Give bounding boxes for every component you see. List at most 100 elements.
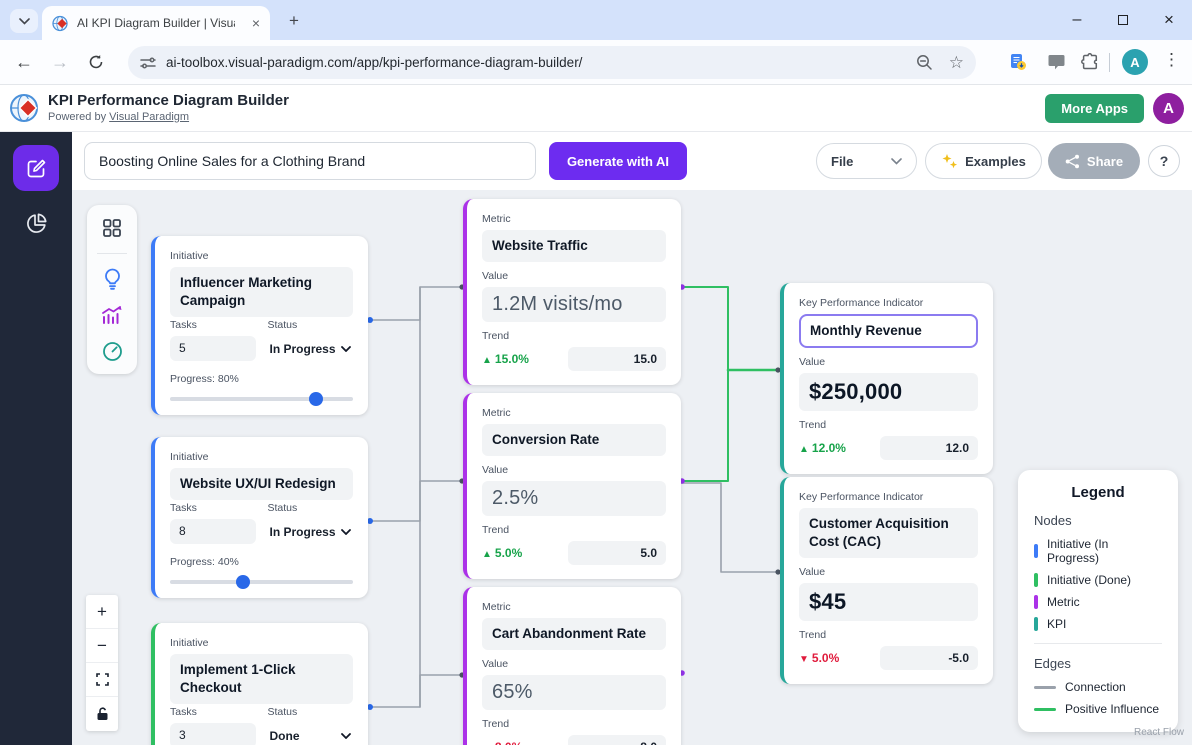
initiative-title[interactable]: Implement 1-Click Checkout [170,654,353,704]
trend-percent: ▼8.0% [482,740,522,745]
progress-label: Progress: 80% [170,373,353,385]
kpi-value[interactable]: $45 [799,583,978,621]
palette-grid-button[interactable] [101,217,123,239]
initiative-node[interactable]: Initiative Influencer Marketing Campaign… [151,236,368,415]
site-settings-icon[interactable] [140,56,156,70]
trend-value-input[interactable]: -8.0 [568,735,666,745]
unlock-icon [96,707,109,721]
tasks-input[interactable]: 5 [170,336,256,361]
file-menu-button[interactable]: File [816,143,917,179]
app-user-avatar[interactable]: A [1153,93,1184,124]
palette-kpi-button[interactable] [101,340,123,362]
fit-view-button[interactable] [86,663,118,697]
node-type-label: Key Performance Indicator [799,491,978,503]
palette-metric-button[interactable] [101,304,123,326]
browser-menu-button[interactable]: ⋮ [1163,50,1180,70]
window-maximize-button[interactable] [1100,0,1146,40]
reload-button[interactable] [82,48,110,76]
legend-swatch-connection [1034,686,1056,689]
node-type-label: Key Performance Indicator [799,297,978,309]
metric-node[interactable]: Metric Conversion Rate Value 2.5% Trend … [463,393,681,579]
node-type-label: Metric [482,601,666,613]
kpi-node[interactable]: Key Performance Indicator Monthly Revenu… [780,283,993,474]
metric-value[interactable]: 1.2M visits/mo [482,287,666,322]
back-button[interactable]: ← [10,48,38,76]
status-select[interactable]: Done [268,723,354,745]
zoom-in-button[interactable]: + [86,595,118,629]
initiative-title[interactable]: Influencer Marketing Campaign [170,267,353,317]
window-minimize-button[interactable]: – [1054,0,1100,40]
metric-title[interactable]: Conversion Rate [482,424,666,456]
lightbulb-icon [103,268,122,290]
tasks-label: Tasks [170,706,256,718]
initiative-node[interactable]: Initiative Website UX/UI Redesign Tasks … [151,437,368,598]
visual-paradigm-link[interactable]: Visual Paradigm [109,111,189,123]
node-type-label: Metric [482,213,666,225]
speech-bubble-icon [1048,54,1065,70]
metric-title[interactable]: Cart Abandonment Rate [482,618,666,650]
edge-connection [370,675,462,707]
kpi-title-focused[interactable]: Monthly Revenue [799,314,978,348]
window-close-button[interactable]: × [1146,0,1192,40]
metric-title[interactable]: Website Traffic [482,230,666,262]
bookmark-star-icon[interactable]: ☆ [949,53,964,73]
legend-divider [1034,643,1162,644]
reading-mode-icon[interactable] [1004,48,1032,76]
trend-value-input[interactable]: 12.0 [880,436,978,460]
zoom-page-icon[interactable] [916,54,933,71]
legend-item: KPI [1034,617,1162,631]
progress-slider[interactable] [170,397,353,401]
forward-button[interactable]: → [46,48,74,76]
status-select[interactable]: In Progress [268,336,354,361]
document-download-icon [1009,53,1027,71]
browser-tab[interactable]: AI KPI Diagram Builder | Visualiz × [42,6,270,40]
palette-initiative-button[interactable] [101,268,123,290]
kpi-node[interactable]: Key Performance Indicator Customer Acqui… [780,477,993,684]
legend-swatch-positive-influence [1034,708,1056,711]
initiative-title[interactable]: Website UX/UI Redesign [170,468,353,500]
progress-slider[interactable] [170,580,353,584]
sidebar-item-editor[interactable] [13,145,59,191]
new-tab-button[interactable]: + [282,9,306,33]
metric-value[interactable]: 65% [482,675,666,710]
slider-thumb[interactable] [309,392,323,406]
kpi-title[interactable]: Customer Acquisition Cost (CAC) [799,508,978,558]
sidebar-item-charts[interactable] [25,212,48,235]
help-button[interactable]: ? [1148,145,1180,177]
trend-value-input[interactable]: 5.0 [568,541,666,565]
tab-close-icon[interactable]: × [252,16,260,30]
examples-button[interactable]: Examples [925,143,1042,179]
status-value: In Progress [270,342,336,356]
tasks-input[interactable]: 8 [170,519,256,544]
browser-profile-avatar[interactable]: A [1122,49,1148,75]
initiative-node[interactable]: Initiative Implement 1-Click Checkout Ta… [151,623,368,745]
metric-value[interactable]: 2.5% [482,481,666,516]
extensions-button[interactable] [1076,48,1104,76]
share-button[interactable]: Share [1048,143,1140,179]
legend-title: Legend [1034,484,1162,501]
tab-search-button[interactable] [10,9,38,33]
url-text[interactable]: ai-toolbox.visual-paradigm.com/app/kpi-p… [166,55,916,70]
prompt-input[interactable] [84,142,536,180]
more-apps-button[interactable]: More Apps [1045,94,1144,123]
legend-item: Initiative (Done) [1034,573,1162,587]
trend-value-input[interactable]: 15.0 [568,347,666,371]
status-value: In Progress [270,525,336,539]
generate-ai-button[interactable]: Generate with AI [549,142,687,180]
status-select[interactable]: In Progress [268,519,354,544]
status-label: Status [268,502,354,514]
metric-node[interactable]: Metric Website Traffic Value 1.2M visits… [463,199,681,385]
slider-thumb[interactable] [236,575,250,589]
main-area: Generate with AI File Examples Share ? [0,132,1192,745]
lock-button[interactable] [86,697,118,731]
tasks-input[interactable]: 3 [170,723,256,745]
chevron-down-icon [341,733,351,739]
zoom-out-button[interactable]: − [86,629,118,663]
kpi-value[interactable]: $250,000 [799,373,978,411]
diagram-canvas[interactable]: Initiative Influencer Marketing Campaign… [72,190,1192,745]
value-label: Value [799,356,978,368]
feedback-icon[interactable] [1042,48,1070,76]
address-bar[interactable]: ai-toolbox.visual-paradigm.com/app/kpi-p… [128,46,976,79]
trend-value-input[interactable]: -5.0 [880,646,978,670]
metric-node[interactable]: Metric Cart Abandonment Rate Value 65% T… [463,587,681,745]
